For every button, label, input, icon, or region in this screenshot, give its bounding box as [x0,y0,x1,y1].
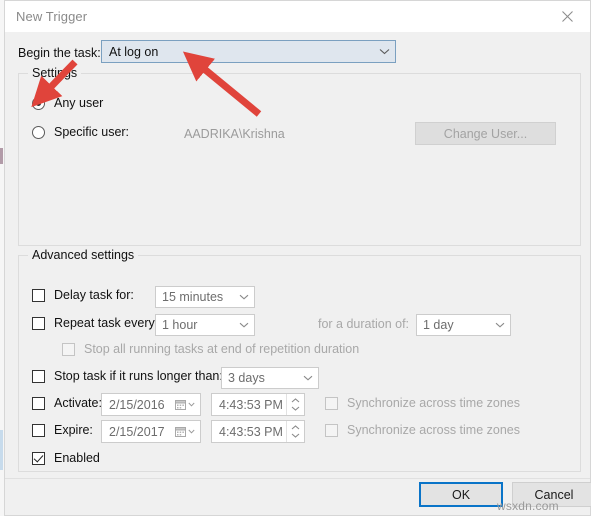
repeat-task-value: 1 hour [162,318,198,332]
settings-group-title: Settings [28,66,82,80]
new-trigger-dialog: New Trigger Begin the task: At log on Se… [4,0,591,516]
expire-date-field[interactable]: 2/15/2017 [101,420,201,443]
checkbox-activate-label: Activate: [54,396,102,410]
change-user-button-label: Change User... [443,126,528,141]
spinner-down-icon [291,406,300,411]
title-bar: New Trigger [5,1,590,32]
repeat-task-dropdown[interactable]: 1 hour [155,314,255,336]
duration-value: 1 day [423,318,454,332]
background-window-accent [0,148,3,164]
stop-task-value: 3 days [228,371,265,385]
expire-time-value: 4:43:53 PM [219,424,283,439]
checkbox-stop-task-longer-indicator [32,369,45,383]
checkbox-stop-all-running-tasks[interactable]: Stop all running tasks at end of repetit… [62,342,359,356]
radio-any-user-indicator [32,96,45,110]
checkbox-repeat-task-label: Repeat task every: [54,316,159,330]
radio-specific-user-indicator [32,125,45,139]
duration-dropdown[interactable]: 1 day [416,314,511,336]
ok-button-label: OK [451,487,471,502]
checkbox-stop-task-longer-label: Stop task if it runs longer than: [54,369,223,383]
checkbox-stop-task-longer[interactable]: Stop task if it runs longer than: [32,369,223,383]
checkbox-stop-all-running-tasks-label: Stop all running tasks at end of repetit… [84,342,360,356]
expire-time-field[interactable]: 4:43:53 PM [211,420,305,443]
checkbox-stop-all-running-tasks-indicator [62,342,75,356]
checkbox-activate[interactable]: Activate: [32,396,102,410]
checkbox-delay-task[interactable]: Delay task for: [32,288,134,302]
checkbox-repeat-task[interactable]: Repeat task every: [32,316,158,330]
background-window-accent-secondary [0,430,3,470]
checkbox-delay-task-label: Delay task for: [54,288,134,302]
checkbox-delay-task-indicator [32,288,45,302]
activate-date-value: 2/15/2016 [109,397,165,412]
chevron-down-icon [234,322,254,328]
chevron-down-icon [188,429,195,434]
checkbox-expire-sync-timezones-label: Synchronize across time zones [347,423,520,437]
close-x-icon [562,11,573,22]
chevron-down-icon [188,402,195,407]
calendar-icon[interactable] [170,426,200,437]
calendar-icon[interactable] [170,399,200,410]
checkbox-activate-sync-timezones-label: Synchronize across time zones [347,396,520,410]
chevron-down-icon [298,375,318,381]
radio-any-user[interactable]: Any user [32,96,103,110]
checkbox-expire-sync-timezones-indicator [325,423,338,437]
advanced-group-title: Advanced settings [28,248,139,262]
chevron-down-icon [490,322,510,328]
spinner-down-icon [291,433,300,438]
checkbox-enabled-label: Enabled [54,451,100,465]
change-user-button[interactable]: Change User... [415,122,556,145]
checkbox-expire-label: Expire: [54,423,93,437]
spinner-up-icon [291,398,300,403]
activate-date-field[interactable]: 2/15/2016 [101,393,201,416]
activate-time-spinner[interactable] [286,394,304,415]
checkbox-activate-indicator [32,396,45,410]
window-title: New Trigger [16,9,88,24]
spinner-up-icon [291,425,300,430]
radio-specific-user-label: Specific user: [54,125,130,139]
delay-task-value: 15 minutes [162,290,224,304]
radio-specific-user[interactable]: Specific user: [32,125,129,139]
checkbox-enabled[interactable]: Enabled [32,451,100,465]
activate-time-value: 4:43:53 PM [219,397,283,412]
begin-task-combobox[interactable]: At log on [101,40,396,63]
activate-time-field[interactable]: 4:43:53 PM [211,393,305,416]
stop-task-dropdown[interactable]: 3 days [221,367,319,389]
chevron-down-icon [373,48,395,55]
footer-separator [5,478,590,479]
delay-task-dropdown[interactable]: 15 minutes [155,286,255,308]
specific-user-value: AADRIKA\Krishna [184,127,285,141]
begin-task-label: Begin the task: [18,46,101,60]
chevron-down-icon [234,294,254,300]
duration-label: for a duration of: [318,317,410,331]
expire-date-value: 2/15/2017 [109,424,165,439]
begin-task-value: At log on [109,44,159,59]
checkbox-expire[interactable]: Expire: [32,423,93,437]
ok-button[interactable]: OK [419,482,503,507]
checkbox-expire-sync-timezones[interactable]: Synchronize across time zones [325,423,520,437]
radio-any-user-label: Any user [54,96,104,110]
close-window-button[interactable] [545,1,590,32]
checkbox-repeat-task-indicator [32,316,45,330]
checkbox-activate-sync-timezones[interactable]: Synchronize across time zones [325,396,520,410]
expire-time-spinner[interactable] [286,421,304,442]
checkbox-expire-indicator [32,423,45,437]
checkbox-activate-sync-timezones-indicator [325,396,338,410]
site-watermark: wsxdn.com [497,499,559,513]
checkbox-enabled-indicator [32,451,45,465]
